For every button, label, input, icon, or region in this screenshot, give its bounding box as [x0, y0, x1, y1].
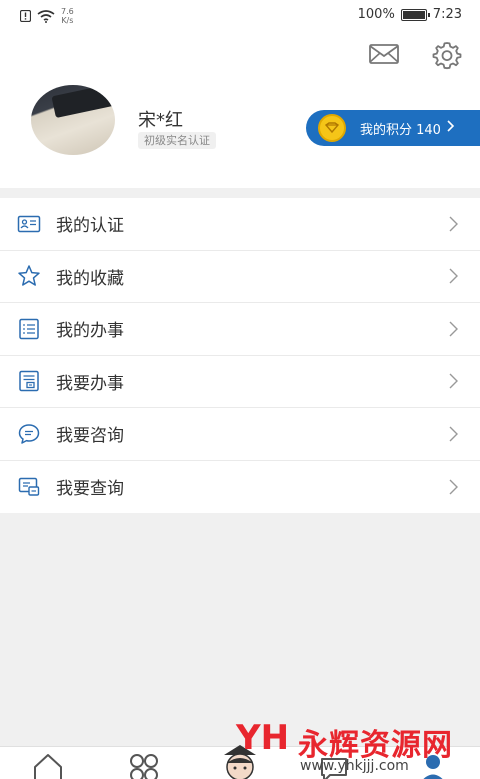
- status-bar: 7.6 K/s 100% 7:23: [0, 0, 480, 30]
- avatar[interactable]: [31, 85, 115, 155]
- chevron-right-icon: [449, 373, 458, 389]
- menu-item-consult[interactable]: 我要咨询: [0, 408, 480, 461]
- query-icon: [18, 477, 40, 496]
- chevron-right-icon: [449, 321, 458, 337]
- messages-icon[interactable]: [318, 751, 352, 779]
- user-name: 宋*红: [138, 110, 183, 131]
- chevron-right-icon: [447, 120, 455, 136]
- chevron-right-icon: [449, 479, 458, 495]
- chevron-right-icon: [449, 216, 458, 232]
- verification-badge: 初级实名认证: [138, 132, 216, 149]
- battery-percent: 100%: [357, 7, 395, 22]
- profile-header: 宋*红 初级实名认证 我的积分 140: [0, 30, 480, 188]
- menu-item-label: 我要办事: [56, 373, 124, 394]
- menu-item-query[interactable]: 我要查询: [0, 461, 480, 514]
- chevron-right-icon: [449, 268, 458, 284]
- menu-item-label: 我要查询: [56, 479, 124, 500]
- battery-icon: [400, 8, 430, 21]
- task-list-icon: [19, 318, 39, 339]
- chat-bubble-icon: [18, 424, 40, 444]
- form-icon: [19, 371, 39, 392]
- notification-icon: [20, 10, 31, 22]
- network-speed-value: 7.6: [61, 7, 74, 16]
- menu-item-label: 我的办事: [56, 321, 124, 342]
- coin-icon: [318, 114, 346, 142]
- bottom-nav: [0, 745, 480, 779]
- menu-item-label: 我的收藏: [56, 268, 124, 289]
- menu-list: 我的认证 我的收藏 我的办事 我要办事 我要咨询 我要查询: [0, 198, 480, 513]
- apps-grid-icon[interactable]: [127, 751, 161, 779]
- menu-item-my-affairs[interactable]: 我的办事: [0, 303, 480, 356]
- clock: 7:23: [432, 7, 462, 22]
- mail-icon[interactable]: [368, 42, 400, 66]
- network-speed-unit: K/s: [61, 16, 74, 25]
- menu-item-handle-affairs[interactable]: 我要办事: [0, 356, 480, 408]
- profile-icon[interactable]: [416, 751, 450, 779]
- star-icon: [18, 265, 40, 286]
- menu-item-my-certification[interactable]: 我的认证: [0, 198, 480, 251]
- menu-item-label: 我的认证: [56, 216, 124, 237]
- points-label: 我的积分 140: [360, 122, 441, 138]
- assistant-icon[interactable]: [218, 741, 262, 779]
- points-button[interactable]: 我的积分 140: [306, 110, 480, 146]
- network-speed: 7.6 K/s: [61, 7, 74, 25]
- home-icon[interactable]: [31, 751, 65, 779]
- menu-item-my-favorites[interactable]: 我的收藏: [0, 251, 480, 303]
- menu-item-label: 我要咨询: [56, 426, 124, 447]
- chevron-right-icon: [449, 426, 458, 442]
- id-card-icon: [17, 215, 41, 232]
- wifi-icon: [37, 9, 55, 23]
- settings-gear-icon[interactable]: [432, 40, 462, 70]
